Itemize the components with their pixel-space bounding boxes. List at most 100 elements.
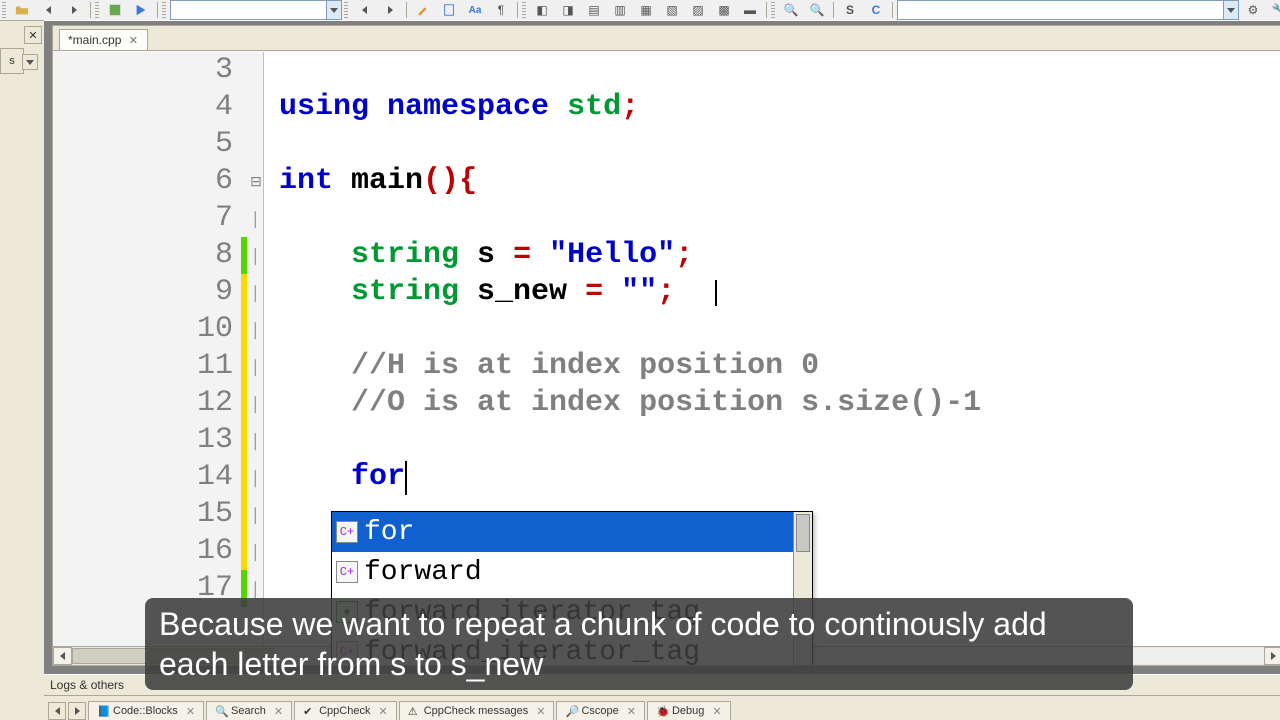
file-tab-bar: *main.cpp ✕ bbox=[53, 26, 1280, 51]
bottom-tab-label: Cscope bbox=[581, 705, 618, 717]
line-number: 16 bbox=[53, 533, 239, 570]
file-tab-label: *main.cpp bbox=[68, 33, 121, 47]
toolbar-grip[interactable] bbox=[344, 2, 348, 18]
tb-back-icon[interactable] bbox=[36, 0, 60, 20]
text-caret bbox=[405, 461, 407, 495]
autocomplete-scroll-thumb[interactable] bbox=[796, 514, 810, 552]
tb-settings-1-icon[interactable]: ⚙ bbox=[1241, 0, 1265, 20]
cpp-icon: C+ bbox=[336, 521, 358, 543]
bottom-tab[interactable]: 🔎Cscope✕ bbox=[556, 701, 645, 720]
bottom-tabs-prev-icon[interactable] bbox=[48, 702, 66, 720]
line-number: 14 bbox=[53, 459, 239, 496]
code-line[interactable]: using namespace std; bbox=[279, 89, 1280, 126]
bottom-tab-label: Debug bbox=[672, 705, 704, 717]
line-number: 9 bbox=[53, 274, 239, 311]
toolbar-grip[interactable] bbox=[771, 2, 775, 18]
toolbar-grip[interactable] bbox=[95, 2, 99, 18]
fold-bar: │ bbox=[250, 533, 262, 570]
code-editor[interactable]: 34using namespace std;56⊟int main(){7│8│… bbox=[53, 51, 1280, 665]
code-line[interactable] bbox=[279, 311, 1280, 348]
file-tab[interactable]: *main.cpp ✕ bbox=[59, 29, 148, 50]
tb-tool-6-icon[interactable]: ▧ bbox=[660, 0, 684, 20]
tb-s-icon[interactable]: S bbox=[838, 0, 862, 20]
tb-tool-7-icon[interactable]: ▨ bbox=[686, 0, 710, 20]
tb-tool-5-icon[interactable]: ▦ bbox=[634, 0, 658, 20]
bottom-tab[interactable]: 🔍Search✕ bbox=[206, 701, 292, 720]
bottom-tab-icon: ⚠ bbox=[408, 705, 420, 717]
toolbar: Aa ¶ ◧ ◨ ▤ ▥ ▦ ▧ ▨ ▩ ▬ 🔍 🔍 S C ⚙ 🔧 bbox=[0, 0, 1280, 21]
bottom-tab-close-icon[interactable]: ✕ bbox=[536, 705, 545, 718]
toolbar-grip[interactable] bbox=[522, 2, 526, 18]
hscroll-left-icon[interactable] bbox=[53, 647, 72, 665]
fold-bar: │ bbox=[250, 200, 262, 237]
autocomplete-item-label: for bbox=[364, 517, 414, 548]
tb-save-icon[interactable] bbox=[103, 0, 127, 20]
tb-fwd-icon[interactable] bbox=[62, 0, 86, 20]
toolbar-grip[interactable] bbox=[2, 2, 6, 18]
tb-tool-4-icon[interactable]: ▥ bbox=[608, 0, 632, 20]
line-number: 12 bbox=[53, 385, 239, 422]
side-panel-tab[interactable]: s bbox=[0, 48, 24, 74]
code-line[interactable] bbox=[279, 126, 1280, 163]
tb-tool-1-icon[interactable]: ◧ bbox=[530, 0, 554, 20]
bottom-tab-icon: 📘 bbox=[97, 705, 109, 717]
autocomplete-item-label: forward bbox=[364, 557, 482, 588]
tb-run-icon[interactable] bbox=[129, 0, 153, 20]
modification-marker bbox=[241, 385, 247, 422]
tb-tool-2-icon[interactable]: ◨ bbox=[556, 0, 580, 20]
autocomplete-item[interactable]: C+forward bbox=[332, 552, 812, 592]
code-line[interactable] bbox=[279, 52, 1280, 89]
tb-c-icon[interactable]: C bbox=[864, 0, 888, 20]
tb-aa-icon[interactable]: Aa bbox=[463, 0, 487, 20]
tb-settings-2-icon[interactable]: 🔧 bbox=[1267, 0, 1280, 20]
tb-next-icon[interactable] bbox=[378, 0, 402, 20]
toolbar-dropdown-2[interactable] bbox=[897, 0, 1239, 20]
code-line[interactable]: for bbox=[279, 459, 1280, 496]
toolbar-dropdown-1[interactable] bbox=[170, 0, 342, 20]
tb-indent-icon[interactable]: ¶ bbox=[489, 0, 513, 20]
bottom-tab-close-icon[interactable]: ✕ bbox=[378, 705, 387, 718]
bottom-tab-close-icon[interactable]: ✕ bbox=[627, 705, 636, 718]
tb-highlight-icon[interactable] bbox=[411, 0, 435, 20]
bottom-tab-label: Code::Blocks bbox=[113, 705, 178, 717]
tb-prev-icon[interactable] bbox=[352, 0, 376, 20]
tb-tool-8-icon[interactable]: ▩ bbox=[712, 0, 736, 20]
side-panel-close[interactable]: ✕ bbox=[24, 26, 42, 44]
line-number: 8 bbox=[53, 237, 239, 274]
code-line[interactable]: string s_new = ""; bbox=[279, 274, 1280, 311]
line-number: 5 bbox=[53, 126, 239, 163]
bottom-tab[interactable]: ⚠CppCheck messages✕ bbox=[399, 701, 555, 720]
side-panel: ✕ s bbox=[0, 20, 42, 720]
fold-bar: │ bbox=[250, 459, 262, 496]
bottom-tabs-next-icon[interactable] bbox=[68, 702, 86, 720]
bottom-tab[interactable]: 🐞Debug✕ bbox=[647, 701, 731, 720]
fold-toggle-icon[interactable]: ⊟ bbox=[250, 163, 262, 200]
bottom-tab-close-icon[interactable]: ✕ bbox=[186, 705, 195, 718]
modification-marker bbox=[241, 274, 247, 311]
code-line[interactable]: int main(){ bbox=[279, 163, 1280, 200]
code-line[interactable] bbox=[279, 422, 1280, 459]
bottom-tab-close-icon[interactable]: ✕ bbox=[712, 705, 721, 718]
code-line[interactable] bbox=[279, 200, 1280, 237]
modification-marker bbox=[241, 311, 247, 348]
hscroll-right-icon[interactable] bbox=[1264, 647, 1280, 665]
tb-zoom-out-icon[interactable]: 🔍 bbox=[805, 0, 829, 20]
code-line[interactable]: //O is at index position s.size()-1 bbox=[279, 385, 1280, 422]
bottom-tab-label: Search bbox=[231, 705, 266, 717]
bottom-tab[interactable]: 📘 Code::Blocks ✕ bbox=[88, 701, 204, 720]
tb-tool-3-icon[interactable]: ▤ bbox=[582, 0, 606, 20]
tb-bookmark-icon[interactable] bbox=[437, 0, 461, 20]
bottom-tab-close-icon[interactable]: ✕ bbox=[274, 705, 283, 718]
tb-open-icon[interactable] bbox=[10, 0, 34, 20]
autocomplete-item[interactable]: C+ for bbox=[332, 512, 812, 552]
tb-tool-9-icon[interactable]: ▬ bbox=[738, 0, 762, 20]
bottom-tab[interactable]: ✔CppCheck✕ bbox=[294, 701, 397, 720]
toolbar-grip[interactable] bbox=[162, 2, 166, 18]
side-panel-dropdown[interactable] bbox=[22, 54, 38, 70]
code-line[interactable]: //H is at index position 0 bbox=[279, 348, 1280, 385]
code-line[interactable]: string s = "Hello"; bbox=[279, 237, 1280, 274]
fold-bar: │ bbox=[250, 348, 262, 385]
file-tab-close-icon[interactable]: ✕ bbox=[127, 34, 139, 46]
modification-marker bbox=[241, 422, 247, 459]
tb-zoom-in-icon[interactable]: 🔍 bbox=[779, 0, 803, 20]
